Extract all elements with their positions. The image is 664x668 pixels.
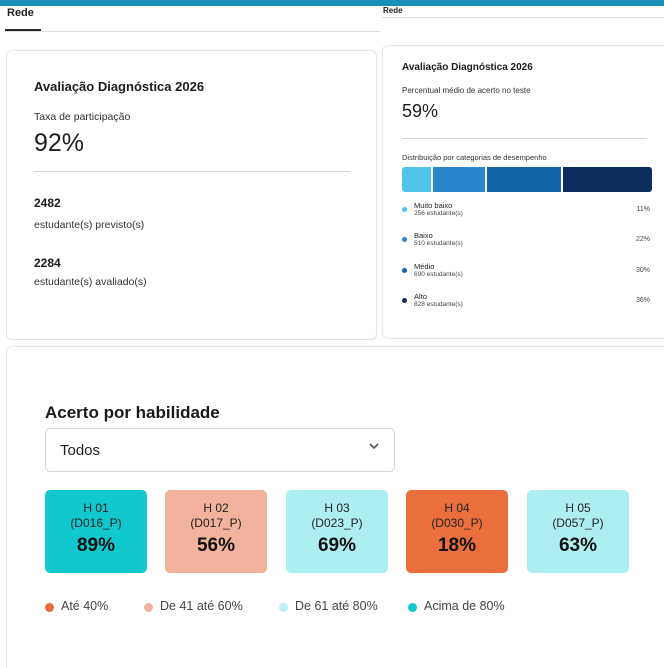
legend-dot: [144, 603, 153, 612]
skill-descriptor: (D030_P): [431, 516, 483, 530]
participation-title: Avaliação Diagnóstica 2026: [34, 79, 205, 94]
skill-tile-h04[interactable]: H 04 (D030_P) 18%: [406, 490, 508, 573]
skill-pct: 56%: [196, 535, 236, 556]
skill-descriptor: (D057_P): [552, 516, 604, 530]
participation-rate-value: 92%: [34, 129, 85, 157]
category-dot: [402, 298, 407, 303]
tab-divider: [5, 31, 380, 32]
skill-tile-h03[interactable]: H 03 (D023_P) 69%: [286, 490, 388, 573]
category-pct: 11%: [636, 206, 651, 213]
legend-dot: [45, 603, 54, 612]
tab-rede-secondary[interactable]: Rede: [383, 6, 403, 15]
performance-card: Avaliação Diagnóstica 2026 Percentual mé…: [382, 45, 664, 339]
expected-label: estudante(s) previsto(s): [34, 219, 145, 231]
category-count: 828 estudante(s): [414, 301, 463, 308]
skill-tile-h02[interactable]: H 02 (D017_P) 56%: [165, 490, 267, 573]
skill-tile-h01[interactable]: H 01 (D016_P) 89%: [45, 490, 147, 573]
legend-label: De 61 até 80%: [295, 599, 378, 613]
top-accent-bar: [0, 0, 664, 6]
bar-segment-alto[interactable]: [563, 167, 652, 192]
bar-segment-medio[interactable]: [487, 167, 561, 192]
skill-code: H 01: [83, 501, 109, 515]
category-dot: [402, 207, 407, 212]
skill-descriptor: (D017_P): [190, 516, 242, 530]
bar-segment-baixo[interactable]: [433, 167, 485, 192]
skill-tile-h05[interactable]: H 05 (D057_P) 63%: [527, 490, 629, 573]
category-alto: Alto 828 estudante(s) 36%: [402, 292, 650, 314]
category-name: Muito baixo: [414, 201, 453, 210]
skill-code: H 05: [565, 501, 591, 515]
legend-label: De 41 até 60%: [160, 599, 243, 613]
skill-code: H 04: [444, 501, 470, 515]
category-count: 690 estudante(s): [414, 271, 463, 278]
skill-code: H 03: [324, 501, 350, 515]
legend-label: Até 40%: [61, 599, 109, 613]
category-muito-baixo: Muito baixo 256 estudante(s) 11%: [402, 201, 650, 223]
category-dot: [402, 268, 407, 273]
participation-card: Avaliação Diagnóstica 2026 Taxa de parti…: [6, 50, 377, 340]
legend-label: Acima de 80%: [424, 599, 505, 613]
legend-dot: [408, 603, 417, 612]
distribution-bar: [402, 167, 652, 192]
category-dot: [402, 237, 407, 242]
skill-pct: 69%: [317, 535, 357, 556]
expected-count: 2482: [34, 196, 61, 210]
skill-code: H 02: [203, 501, 229, 515]
category-name: Alto: [414, 292, 427, 301]
skills-card: Acerto por habilidade Todos H 01 (D016_P)…: [6, 346, 664, 668]
average-value: 59%: [402, 101, 439, 121]
tab-divider-secondary: [382, 17, 664, 18]
divider: [34, 171, 350, 172]
evaluated-label: estudante(s) avaliado(s): [34, 276, 147, 288]
bar-segment-muito-baixo[interactable]: [402, 167, 431, 192]
evaluated-count: 2284: [34, 256, 61, 270]
skill-pct: 89%: [76, 535, 116, 556]
skill-pct: 63%: [558, 535, 598, 556]
skill-descriptor: (D023_P): [311, 516, 363, 530]
distribution-title: Distribuição por categorias de desempenh…: [402, 153, 547, 162]
skills-title: Acerto por habilidade: [45, 403, 220, 422]
average-label: Percentual médio de acerto no teste: [402, 86, 531, 95]
category-count: 510 estudante(s): [414, 240, 463, 247]
skill-descriptor: (D016_P): [70, 516, 122, 530]
category-medio: Médio 690 estudante(s) 30%: [402, 262, 650, 284]
category-baixo: Baixo 510 estudante(s) 22%: [402, 231, 650, 253]
category-name: Baixo: [414, 231, 433, 240]
chevron-down-icon: [369, 443, 379, 450]
skill-pct: 18%: [437, 535, 477, 556]
category-count: 256 estudante(s): [414, 210, 463, 217]
performance-title: Avaliação Diagnóstica 2026: [402, 62, 533, 73]
select-value: Todos: [60, 442, 101, 459]
divider: [402, 138, 647, 139]
category-pct: 30%: [635, 267, 650, 274]
tab-rede[interactable]: Rede: [7, 7, 34, 19]
skills-filter-select[interactable]: Todos: [45, 428, 395, 472]
participation-rate-label: Taxa de participação: [34, 111, 131, 123]
category-pct: 22%: [635, 236, 650, 243]
category-pct: 36%: [635, 297, 650, 304]
category-name: Médio: [414, 262, 435, 271]
legend-dot: [279, 603, 288, 612]
